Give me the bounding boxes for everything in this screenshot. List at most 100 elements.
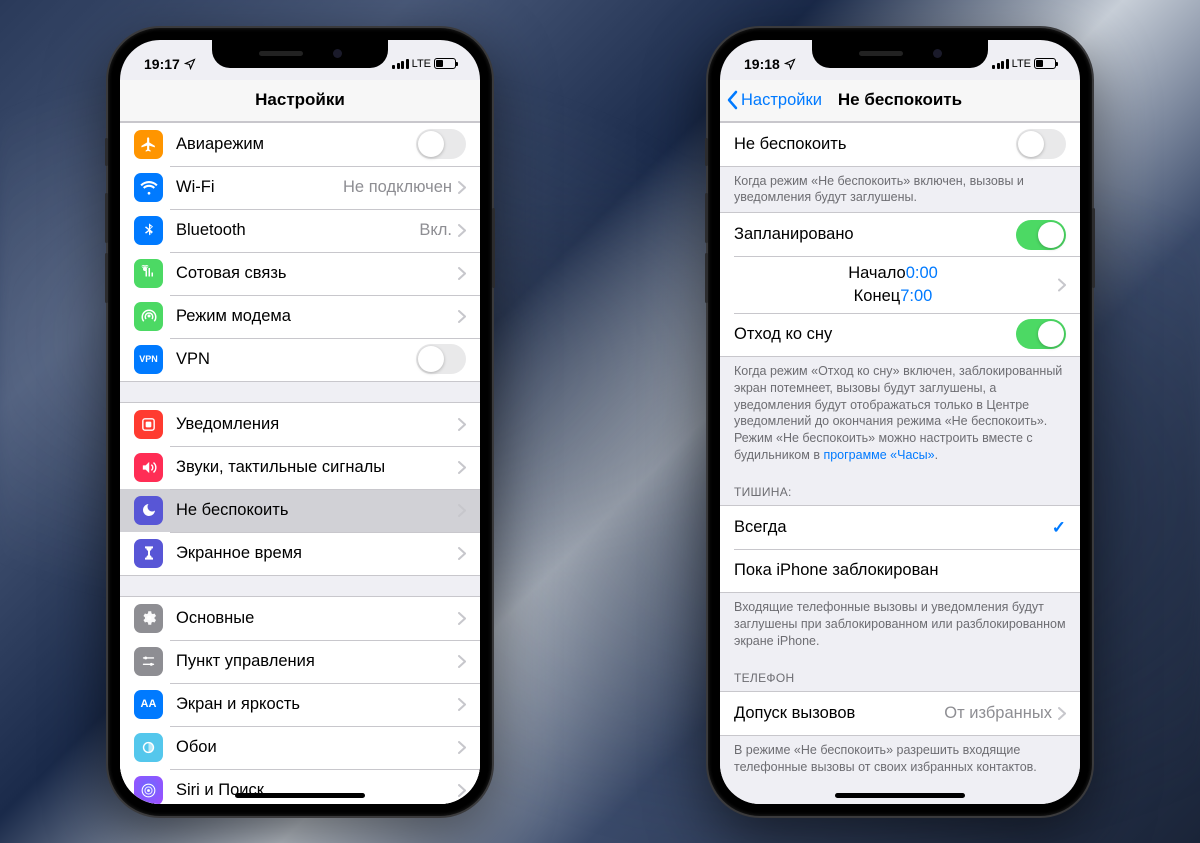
chevron-right-icon [458,461,466,474]
chevron-right-icon [1058,278,1066,291]
location-icon [784,58,796,70]
toggle[interactable] [416,129,466,159]
chevron-right-icon [458,698,466,711]
row-label: VPN [176,350,416,369]
row-silence-locked[interactable]: Пока iPhone заблокирован [720,549,1080,592]
row-label: Запланировано [734,225,1016,244]
row-label: Основные [176,609,458,628]
dnd-footer: Когда режим «Не беспокоить» включен, выз… [720,167,1080,213]
hotspot-icon [134,302,163,331]
row-allow-calls[interactable]: Допуск вызовов От избранных [720,692,1080,735]
settings-row[interactable]: BluetoothВкл. [120,209,480,252]
row-label: Режим модема [176,307,458,326]
cellular-icon [134,259,163,288]
back-button[interactable]: Настройки [726,90,822,110]
row-silence-always[interactable]: Всегда ✓ [720,506,1080,549]
screen-left: 19:17 LTE Настройки Авиарежим Wi-FiНе под… [120,40,480,804]
settings-row[interactable]: Сотовая связь [120,252,480,295]
screen-right: 19:18 LTE Настройки Не беспокоить Не бес… [720,40,1080,804]
settings-row[interactable]: Пункт управления [120,640,480,683]
screentime-icon [134,539,163,568]
row-label: Экранное время [176,544,458,563]
chevron-right-icon [458,267,466,280]
clock-app-link[interactable]: программе «Часы» [823,448,934,462]
chevron-right-icon [458,310,466,323]
nav-bar: Настройки [120,80,480,122]
status-time: 19:18 [744,56,780,72]
siri-icon [134,776,163,804]
settings-row[interactable]: Звуки, тактильные сигналы [120,446,480,489]
bluetooth-icon [134,216,163,245]
settings-row[interactable]: Не беспокоить [120,489,480,532]
toggle-bedtime[interactable] [1016,319,1066,349]
carrier-label: LTE [1012,58,1031,70]
row-label: Не беспокоить [176,501,458,520]
settings-row[interactable]: AAЭкран и яркость [120,683,480,726]
row-label: Обои [176,738,458,757]
to-label: Конец [854,285,901,307]
content-left[interactable]: Авиарежим Wi-FiНе подключенBluetoothВкл. С… [120,122,480,804]
signal-icon [992,59,1009,69]
settings-row[interactable]: Экранное время [120,532,480,575]
from-label: Начало [848,262,906,284]
signal-icon [392,59,409,69]
wallpaper-icon [134,733,163,762]
wifi-icon [134,173,163,202]
row-label: Wi-Fi [176,178,343,197]
chevron-right-icon [458,224,466,237]
sounds-icon [134,453,163,482]
carrier-label: LTE [412,58,431,70]
row-schedule-time[interactable]: Начало 0:00 Конец 7:00 [720,256,1080,313]
settings-group-notifications: Уведомления Звуки, тактильные сигналы Не б… [120,402,480,576]
home-indicator[interactable] [835,793,965,798]
row-label: Авиарежим [176,135,416,154]
chevron-right-icon [458,547,466,560]
row-scheduled[interactable]: Запланировано [720,213,1080,256]
chevron-left-icon [726,90,738,110]
settings-row[interactable]: Обои [120,726,480,769]
phone-left: 19:17 LTE Настройки Авиарежим Wi-FiНе под… [108,28,492,816]
status-time: 19:17 [144,56,180,72]
chevron-right-icon [458,418,466,431]
battery-icon [1034,58,1056,69]
settings-row[interactable]: Режим модема [120,295,480,338]
row-label: Звуки, тактильные сигналы [176,458,458,477]
to-value: 7:00 [900,285,932,307]
location-icon [184,58,196,70]
row-dnd[interactable]: Не беспокоить [720,123,1080,166]
notifications-icon [134,410,163,439]
settings-group-general: Основные Пункт управленияAAЭкран и яркост… [120,596,480,804]
settings-row[interactable]: VPNVPN [120,338,480,381]
settings-group-connectivity: Авиарежим Wi-FiНе подключенBluetoothВкл. С… [120,122,480,382]
row-value: Вкл. [419,221,452,240]
general-icon [134,604,163,633]
row-label: Сотовая связь [176,264,458,283]
from-value: 0:00 [906,262,938,284]
controlcenter-icon [134,647,163,676]
toggle[interactable] [416,344,466,374]
chevron-right-icon [458,655,466,668]
settings-row[interactable]: Основные [120,597,480,640]
row-bedtime[interactable]: Отход ко сну [720,313,1080,356]
phone-header: ТЕЛЕФОН [720,656,1080,691]
chevron-right-icon [458,181,466,194]
row-value: От избранных [944,704,1052,723]
settings-row[interactable]: Wi-FiНе подключен [120,166,480,209]
row-label: Пока iPhone заблокирован [734,561,1066,580]
toggle-scheduled[interactable] [1016,220,1066,250]
toggle-dnd[interactable] [1016,129,1066,159]
airplane-icon [134,130,163,159]
row-label: Не беспокоить [734,135,1016,154]
settings-row[interactable]: Авиарежим [120,123,480,166]
bedtime-footer: Когда режим «Отход ко сну» включен, забл… [720,357,1080,470]
home-indicator[interactable] [235,793,365,798]
page-title: Настройки [255,90,345,110]
row-label: Отход ко сну [734,325,1016,344]
battery-icon [434,58,456,69]
content-right[interactable]: Не беспокоить Когда режим «Не беспокоить… [720,122,1080,804]
settings-row[interactable]: Siri и Поиск [120,769,480,804]
chevron-right-icon [458,504,466,517]
settings-row[interactable]: Уведомления [120,403,480,446]
chevron-right-icon [458,784,466,797]
silence-footer: Входящие телефонные вызовы и уведомления… [720,593,1080,656]
